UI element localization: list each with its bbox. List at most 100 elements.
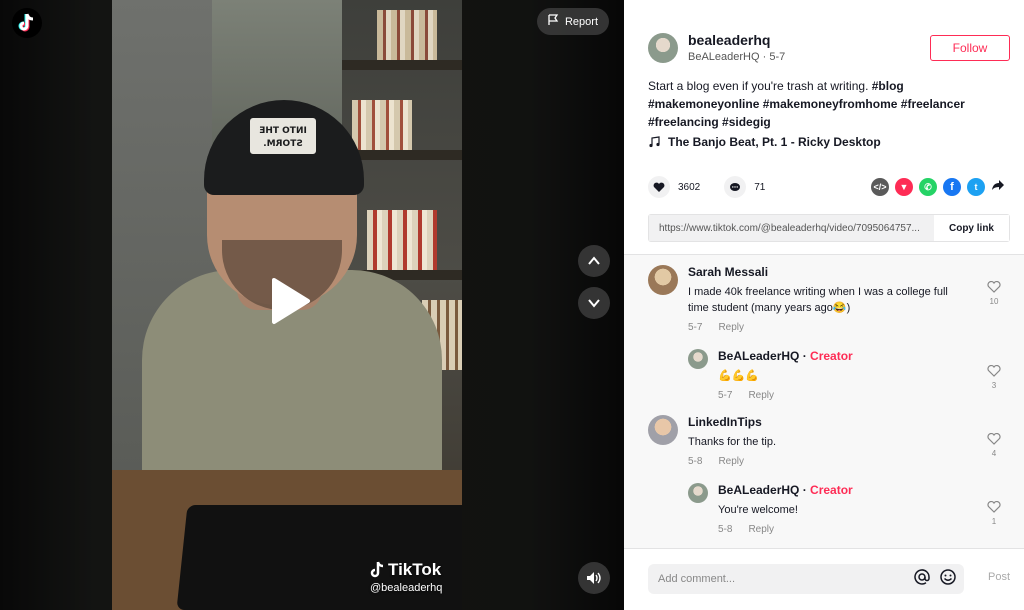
comment-count: 71 — [754, 181, 766, 193]
paper-plane-icon[interactable]: ▼ — [895, 178, 913, 196]
author-info[interactable]: bealeaderhq BeALeaderHQ · 5-7 — [648, 32, 785, 63]
author-username[interactable]: bealeaderhq — [688, 32, 785, 48]
post-button[interactable]: Post — [988, 571, 1010, 583]
hashtag[interactable]: #sidegig — [722, 115, 771, 129]
emoji-icon[interactable] — [940, 569, 956, 585]
comment-text: 💪💪💪 — [718, 370, 760, 382]
cap-patch-logo: INTO THE STORM. — [247, 115, 319, 157]
svg-text:INTO THE: INTO THE — [259, 126, 307, 136]
reply-item: BeALeaderHQ · Creator 💪💪💪 5-7 Reply — [688, 349, 958, 401]
name-separator: · — [802, 483, 807, 497]
tiktok-logo-icon[interactable] — [12, 8, 42, 38]
watermark-brand: TikTok — [388, 560, 442, 579]
comment-date: 5-7 — [688, 322, 703, 333]
commenter-avatar[interactable] — [648, 415, 678, 445]
name-separator: · — [802, 349, 807, 363]
whatsapp-icon[interactable]: ✆ — [919, 178, 937, 196]
video-watermark: TikTok @bealeaderhq — [370, 560, 442, 594]
facebook-icon[interactable]: f — [943, 178, 961, 196]
video-link-box: https://www.tiktok.com/@bealeaderhq/vide… — [648, 214, 1010, 242]
commenter-name[interactable]: LinkedInTips — [688, 415, 968, 429]
hashtag[interactable]: #blog — [872, 79, 904, 93]
watermark-username: @bealeaderhq — [370, 582, 443, 594]
like-count: 3602 — [678, 181, 701, 193]
music-link[interactable]: The Banjo Beat, Pt. 1 - Ricky Desktop — [648, 135, 881, 149]
video-url[interactable]: https://www.tiktok.com/@bealeaderhq/vide… — [649, 215, 934, 241]
tiktok-note-icon — [370, 561, 384, 578]
commenter-name[interactable]: BeALeaderHQ — [718, 349, 799, 363]
report-button[interactable]: Report — [537, 8, 609, 35]
hashtag[interactable]: #freelancer — [901, 97, 965, 111]
share-buttons: </> ▼ ✆ f t — [871, 178, 1005, 196]
comment-text: You're welcome! — [718, 504, 798, 516]
music-title: The Banjo Beat, Pt. 1 - Ricky Desktop — [668, 135, 881, 149]
video-caption: Start a blog even if you're trash at wri… — [648, 77, 998, 131]
author-avatar[interactable] — [648, 32, 678, 63]
copy-link-button[interactable]: Copy link — [934, 215, 1009, 241]
books — [367, 210, 437, 270]
comment-item: LinkedInTips Thanks for the tip. 5-8 Rep… — [648, 415, 968, 467]
volume-button[interactable] — [578, 562, 610, 594]
reply-button[interactable]: Reply — [748, 524, 774, 535]
previous-video-button[interactable] — [578, 245, 610, 277]
comment-date: 5-7 — [718, 390, 733, 401]
play-icon[interactable] — [268, 276, 313, 326]
creator-badge: Creator — [810, 349, 853, 363]
reply-button[interactable]: Reply — [718, 322, 744, 333]
books — [377, 10, 437, 60]
keyboard — [176, 505, 462, 610]
comment-text: Thanks for the tip. — [688, 436, 777, 448]
author-subline: BeALeaderHQ · 5-7 — [688, 51, 786, 63]
reply-item: BeALeaderHQ · Creator You're welcome! 5-… — [688, 483, 958, 535]
bookshelf — [342, 60, 462, 70]
mention-icon[interactable] — [914, 569, 930, 585]
comment-like-count: 3 — [991, 381, 997, 390]
composer-icons — [914, 569, 956, 585]
svg-text:STORM.: STORM. — [263, 139, 303, 149]
commenter-name[interactable]: BeALeaderHQ — [718, 483, 799, 497]
comment-text: I made 40k freelance writing when I was … — [688, 286, 948, 314]
creator-avatar[interactable] — [688, 349, 708, 369]
caption-text: Start a blog even if you're trash at wri… — [648, 79, 869, 93]
heart-outline-icon — [987, 501, 1001, 513]
twitter-icon[interactable]: t — [967, 178, 985, 196]
reply-button[interactable]: Reply — [718, 456, 744, 467]
details-panel: bealeaderhq BeALeaderHQ · 5-7 Follow Sta… — [624, 0, 1024, 610]
creator-avatar[interactable] — [688, 483, 708, 503]
flag-icon — [548, 14, 559, 29]
comment-like-button[interactable]: 10 — [986, 281, 1002, 306]
commenter-avatar[interactable] — [648, 265, 678, 295]
books — [352, 100, 412, 150]
comment-date: 5-8 — [688, 456, 703, 467]
music-note-icon — [649, 136, 660, 148]
comment-item: Sarah Messali I made 40k freelance writi… — [648, 265, 968, 333]
speaker-icon — [587, 572, 601, 584]
comment-date: 5-8 — [718, 524, 733, 535]
comment-like-button[interactable]: 1 — [986, 501, 1002, 526]
report-label: Report — [564, 15, 599, 28]
comment-like-button[interactable]: 3 — [986, 365, 1002, 390]
author-display-name: BeALeaderHQ — [688, 51, 760, 63]
next-video-button[interactable] — [578, 287, 610, 319]
reply-button[interactable]: Reply — [748, 390, 774, 401]
comment-icon[interactable] — [724, 176, 747, 198]
heart-icon[interactable] — [648, 176, 670, 198]
comment-list[interactable]: Sarah Messali I made 40k freelance writi… — [624, 254, 1024, 548]
comment-stat[interactable]: 71 — [724, 176, 765, 198]
follow-button[interactable]: Follow — [930, 35, 1010, 61]
commenter-name[interactable]: Sarah Messali — [688, 265, 968, 279]
video-player[interactable]: INTO THE STORM. Report TikTok @bealeader… — [0, 0, 624, 610]
engagement-stats: 3602 71 — [648, 176, 779, 198]
comment-like-count: 4 — [991, 449, 997, 458]
embed-icon[interactable]: </> — [871, 178, 889, 196]
like-stat[interactable]: 3602 — [648, 176, 700, 198]
comment-like-button[interactable]: 4 — [986, 433, 1002, 458]
creator-badge: Creator — [810, 483, 853, 497]
hashtag[interactable]: #makemoneyonline — [648, 97, 759, 111]
chevron-up-icon — [588, 256, 600, 265]
heart-outline-icon — [987, 281, 1001, 293]
hashtag[interactable]: #freelancing — [648, 115, 719, 129]
comment-composer: Add comment... Post — [624, 548, 1024, 610]
hashtag[interactable]: #makemoneyfromhome — [763, 97, 898, 111]
share-arrow-icon[interactable] — [991, 178, 1005, 196]
